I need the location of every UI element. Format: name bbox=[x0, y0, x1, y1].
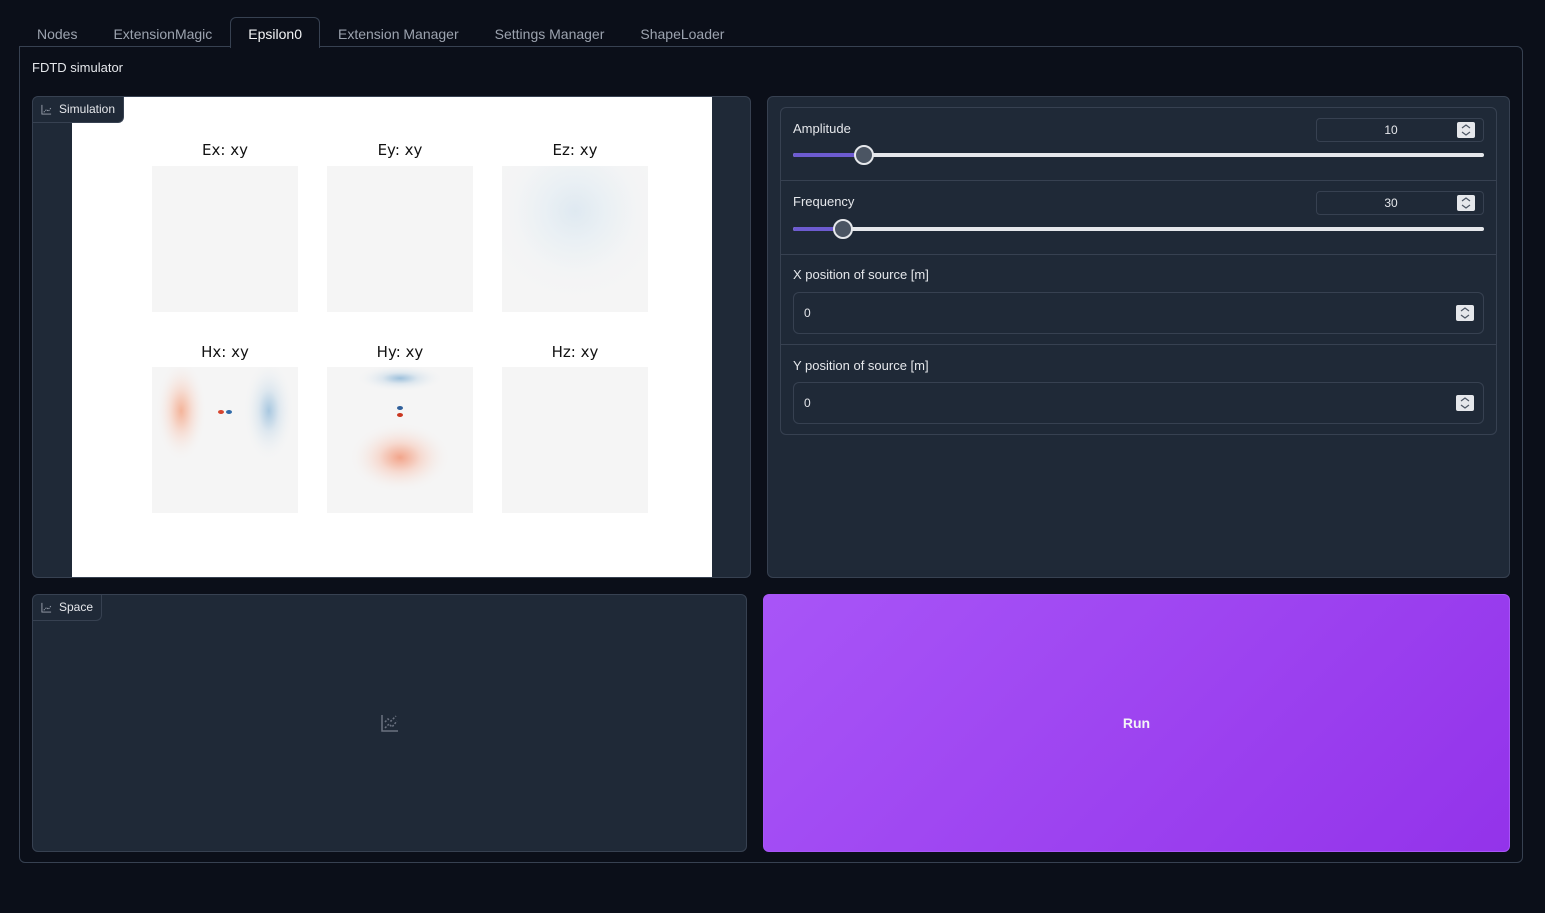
tab-extension-manager[interactable]: Extension Manager bbox=[320, 17, 477, 47]
subplot-title-hy: Hy: xy bbox=[376, 343, 424, 361]
amplitude-row: Amplitude 10 bbox=[781, 108, 1496, 181]
amplitude-number-input[interactable]: 10 bbox=[1316, 118, 1484, 142]
y-position-label: Y position of source [m] bbox=[793, 358, 929, 373]
subplot-title-ex: Ex: xy bbox=[202, 141, 248, 159]
x-position-row: X position of source [m] 0 bbox=[781, 255, 1496, 345]
amplitude-label: Amplitude bbox=[793, 121, 851, 136]
empty-plot-icon bbox=[381, 715, 398, 732]
subplot-title-ey: Ey: xy bbox=[377, 141, 423, 159]
spinner-icon[interactable] bbox=[1456, 305, 1474, 321]
simulation-plot: Simulation Ex: xy Ey: xy Ez: xy Hx: xy H… bbox=[32, 96, 751, 578]
x-position-label: X position of source [m] bbox=[793, 267, 929, 282]
controls-group: Amplitude 10 Frequency 30 X position of … bbox=[780, 107, 1497, 435]
y-position-value: 0 bbox=[804, 396, 811, 410]
space-plot: Space bbox=[32, 594, 747, 852]
subplot-hy bbox=[327, 367, 473, 513]
subplot-title-hz: Hz: xy bbox=[551, 343, 599, 361]
tab-bar: Nodes ExtensionMagic Epsilon0 Extension … bbox=[19, 17, 742, 48]
subplot-ez bbox=[502, 166, 648, 312]
subplot-ey bbox=[327, 166, 473, 312]
plot-icon bbox=[41, 602, 52, 613]
subplot-hx bbox=[152, 367, 298, 513]
frequency-value: 30 bbox=[1384, 196, 1398, 210]
app-title: FDTD simulator bbox=[32, 60, 124, 75]
simulation-label-text: Simulation bbox=[59, 102, 116, 116]
frequency-row: Frequency 30 bbox=[781, 181, 1496, 255]
subplot-title-hx: Hx: xy bbox=[201, 343, 249, 361]
frequency-label: Frequency bbox=[793, 194, 855, 209]
subplot-title-ez: Ez: xy bbox=[552, 141, 598, 159]
run-button[interactable]: Run bbox=[763, 594, 1510, 852]
space-label-text: Space bbox=[59, 600, 94, 614]
spinner-icon[interactable] bbox=[1456, 395, 1474, 411]
subplot-hz bbox=[502, 367, 648, 513]
amplitude-slider-thumb[interactable] bbox=[854, 145, 875, 165]
tab-nodes[interactable]: Nodes bbox=[19, 17, 95, 47]
tab-extensionmagic[interactable]: ExtensionMagic bbox=[95, 17, 230, 47]
y-position-input[interactable]: 0 bbox=[793, 382, 1484, 424]
spinner-icon[interactable] bbox=[1457, 122, 1475, 138]
x-position-value: 0 bbox=[804, 306, 811, 320]
frequency-slider[interactable] bbox=[793, 219, 1484, 239]
amplitude-slider[interactable] bbox=[793, 145, 1484, 165]
frequency-slider-thumb[interactable] bbox=[832, 219, 853, 239]
y-position-row: Y position of source [m] 0 bbox=[781, 345, 1496, 435]
subplot-ex bbox=[152, 166, 298, 312]
spinner-icon[interactable] bbox=[1457, 195, 1475, 211]
tab-settings-manager[interactable]: Settings Manager bbox=[477, 17, 623, 47]
amplitude-value: 10 bbox=[1384, 123, 1398, 137]
simulation-figure: Ex: xy Ey: xy Ez: xy Hx: xy Hy: xy Hz: x… bbox=[72, 97, 712, 577]
tab-epsilon0[interactable]: Epsilon0 bbox=[230, 17, 320, 48]
plot-icon bbox=[41, 104, 52, 115]
space-label: Space bbox=[33, 595, 103, 621]
x-position-input[interactable]: 0 bbox=[793, 292, 1484, 334]
frequency-number-input[interactable]: 30 bbox=[1316, 191, 1484, 215]
tab-shapeloader[interactable]: ShapeLoader bbox=[622, 17, 742, 47]
simulation-label: Simulation bbox=[33, 97, 125, 123]
